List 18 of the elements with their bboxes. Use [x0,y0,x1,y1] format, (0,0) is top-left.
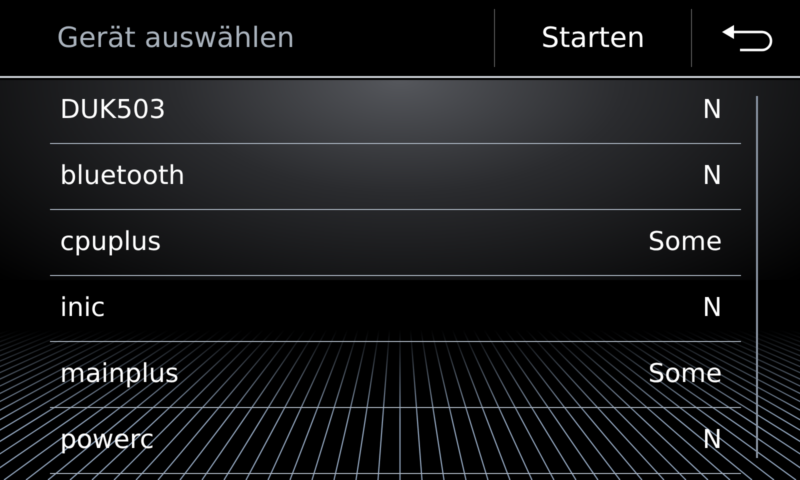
scrollbar[interactable] [756,96,758,458]
device-value: N [702,160,722,193]
device-value: Some [648,358,722,391]
device-name: mainplus [60,358,179,391]
device-row[interactable]: bluetooth N [50,144,741,210]
page-title: Gerät auswählen [56,20,296,56]
device-value: N [702,292,722,325]
device-value: Some [648,226,722,259]
device-name: bluetooth [60,160,185,193]
device-row[interactable]: DUK503 N [50,78,741,144]
start-button[interactable]: Starten [495,0,691,76]
device-name: DUK503 [60,94,166,127]
device-name: cpuplus [60,226,162,259]
device-value: N [702,94,722,127]
device-name: inic [60,292,106,325]
device-row[interactable]: mainplus Some [50,342,741,408]
device-row[interactable]: inic N [50,276,741,342]
device-row[interactable]: cpuplus Some [50,210,741,276]
